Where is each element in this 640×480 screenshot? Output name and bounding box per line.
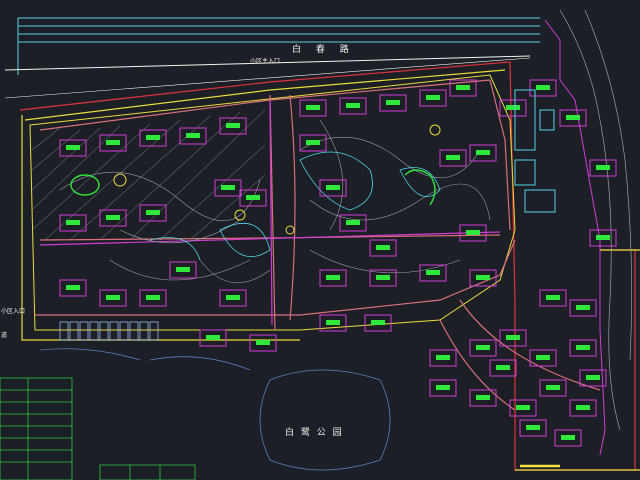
townhouse-unit: [89, 321, 99, 341]
building-label-mark: [326, 275, 340, 280]
building-label-mark: [306, 105, 320, 110]
townhouse-unit: [109, 321, 119, 341]
plaza-circles: [113, 124, 441, 235]
building-label-mark: [536, 355, 550, 360]
drawing-frame: [515, 249, 640, 471]
property-boundary: [19, 61, 636, 471]
building-label-mark: [496, 365, 510, 370]
park-water: [39, 348, 391, 471]
building-label-mark: [66, 220, 80, 225]
commercial-buildings: [514, 89, 556, 213]
townhouse-unit: [129, 321, 139, 341]
landscape-curves: [59, 119, 491, 284]
building-label-mark: [576, 305, 590, 310]
building-label-mark: [256, 340, 270, 345]
commercial-building: [514, 159, 536, 186]
townhouse-unit: [149, 321, 159, 341]
building-label-mark: [326, 185, 340, 190]
building-label-mark: [106, 140, 120, 145]
building-label-mark: [436, 355, 450, 360]
building-label-mark: [371, 320, 385, 325]
building-label-mark: [476, 275, 490, 280]
building-label-mark: [146, 295, 160, 300]
building-label-mark: [546, 295, 560, 300]
building-label-mark: [546, 385, 560, 390]
building-label-mark: [566, 115, 580, 120]
building-label-mark: [446, 155, 460, 160]
building-label-mark: [516, 405, 530, 410]
building-label-mark: [426, 270, 440, 275]
building-label-mark: [376, 275, 390, 280]
building-label-mark: [466, 230, 480, 235]
building-label-mark: [346, 220, 360, 225]
building-label-mark: [476, 395, 490, 400]
building-label-mark: [66, 285, 80, 290]
building-label-mark: [326, 320, 340, 325]
building-label-mark: [186, 133, 200, 138]
building-label-mark: [306, 140, 320, 145]
building-label-mark: [386, 100, 400, 105]
side-label-bottom: 道: [1, 332, 8, 339]
building-label-mark: [476, 150, 490, 155]
townhouse-unit: [119, 321, 129, 341]
commercial-building: [539, 109, 555, 131]
building-label-mark: [576, 405, 590, 410]
building-label-mark: [596, 165, 610, 170]
building-label-mark: [561, 435, 575, 440]
park-label: 白 鹭 公 园: [285, 428, 344, 438]
building-label-mark: [526, 425, 540, 430]
entrance-label: 小区主入口: [250, 58, 281, 65]
building-label-mark: [206, 335, 220, 340]
building-label-mark: [226, 295, 240, 300]
townhouse-unit: [69, 321, 79, 341]
townhouse-unit: [139, 321, 149, 341]
building-label-mark: [506, 105, 520, 110]
building-label-mark: [456, 85, 470, 90]
building-label-mark: [346, 103, 360, 108]
side-label-top: 小区入口: [1, 308, 26, 315]
building-label-mark: [146, 210, 160, 215]
site-plan-drawing: [0, 9, 640, 480]
building-label-mark: [506, 335, 520, 340]
building-label-mark: [221, 185, 235, 190]
building-label-mark: [476, 345, 490, 350]
building-label-mark: [176, 267, 190, 272]
cad-site-plan: 白 春 路 白 鹭 公 园 小区主入口 小区入口 道: [0, 0, 640, 480]
commercial-building: [524, 189, 556, 213]
building-label-mark: [586, 375, 600, 380]
townhouse-unit: [79, 321, 89, 341]
building-label-mark: [536, 85, 550, 90]
building-label-mark: [576, 345, 590, 350]
building-label-mark: [376, 245, 390, 250]
building-label-mark: [66, 145, 80, 150]
building-label-mark: [106, 295, 120, 300]
road-label: 白 春 路: [292, 45, 355, 55]
building-label-mark: [146, 135, 160, 140]
building-label-mark: [436, 385, 450, 390]
townhouse-unit: [59, 321, 69, 341]
building-label-mark: [246, 195, 260, 200]
building-label-mark: [426, 95, 440, 100]
building-label-mark: [226, 123, 240, 128]
building-label-mark: [106, 215, 120, 220]
townhouse-unit: [99, 321, 109, 341]
building-label-mark: [596, 235, 610, 240]
legend-table: [0, 377, 196, 480]
commercial-building: [514, 89, 536, 151]
